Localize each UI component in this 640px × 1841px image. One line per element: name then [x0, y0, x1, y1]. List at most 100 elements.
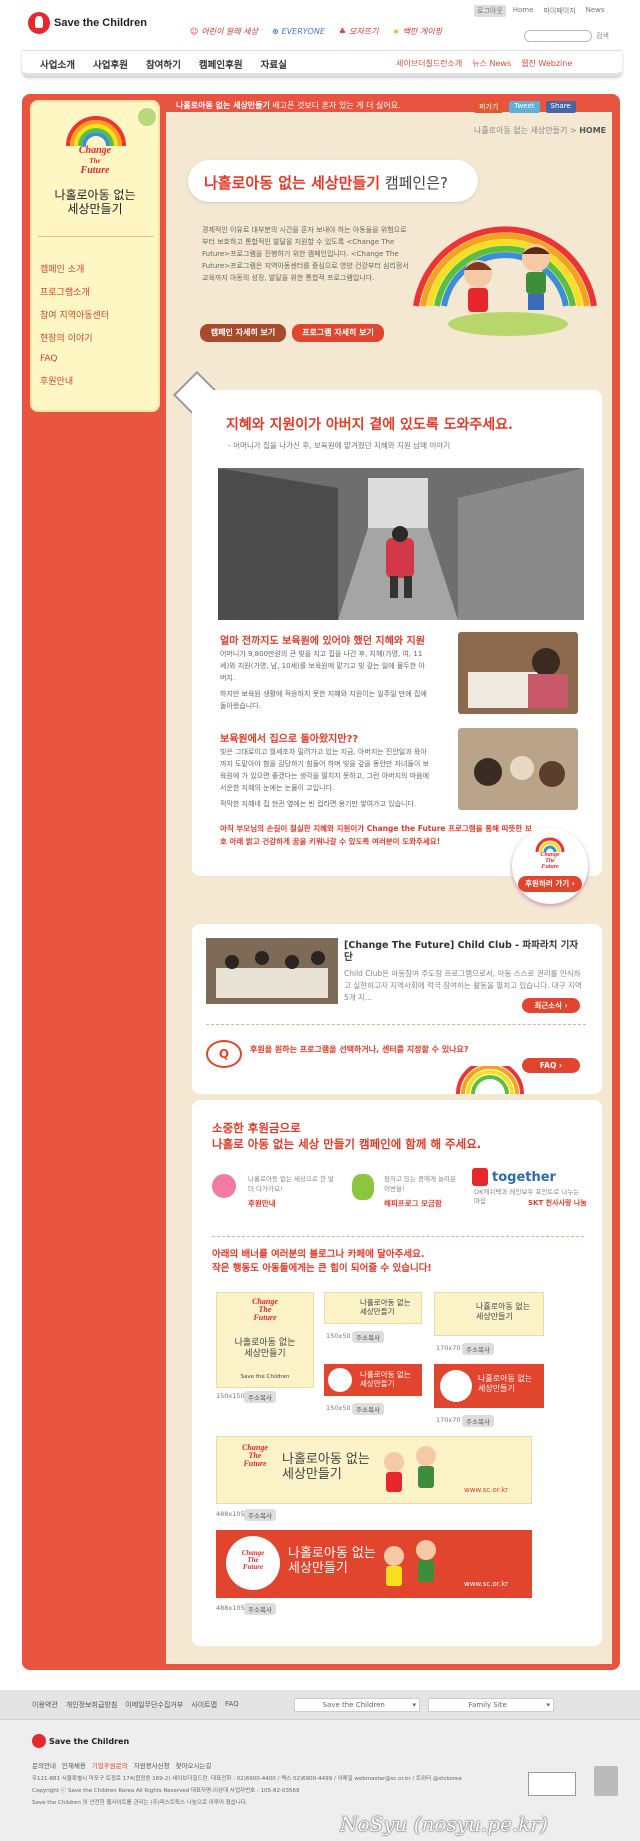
sponsor-link[interactable]: ☺ 어린이 알래 세상	[190, 26, 258, 37]
share-button[interactable]: 퍼가기	[474, 101, 504, 113]
copy-url-button[interactable]: 주소복사	[462, 1343, 494, 1355]
transparency-badge-icon	[528, 1772, 576, 1796]
banner-size: 150x50	[326, 1332, 351, 1340]
nav-item[interactable]: 캠페인후원	[199, 57, 243, 71]
footer-link[interactable]: 찾아오시는길	[176, 1760, 212, 1770]
logout-link[interactable]: 로그아웃	[474, 5, 506, 17]
support-option-link[interactable]: SKT 천사사랑 나눔	[528, 1198, 587, 1208]
flower-icon	[138, 108, 156, 126]
news-link[interactable]: News	[583, 5, 608, 17]
breadcrumb: 나홀로아동 없는 세상만들기 > HOME	[474, 126, 607, 135]
faq-question[interactable]: 후원을 원하는 프로그램을 선택하거나, 센터를 지정할 수 있나요?	[250, 1044, 469, 1055]
sponsor-link[interactable]: ⊛ EVERYONE	[272, 26, 325, 37]
together-brand: together	[492, 1170, 556, 1185]
recent-news-button[interactable]: 최근소식 ›	[522, 998, 580, 1013]
question-icon: Q	[206, 1040, 242, 1068]
support-option-text: 나홀로아동 없는 세상으로 한 발 더 다가가요!	[248, 1175, 335, 1193]
utility-nav: 로그아웃 Home 마이페이지 News	[474, 5, 608, 17]
intro-body: 경제적인 이유로 대부분의 시간을 혼자 보내야 하는 아동들을 위험으로부터 …	[202, 226, 409, 282]
nav-item[interactable]: 참여하기	[146, 57, 181, 71]
banner-badge	[440, 1370, 472, 1402]
news-photo	[206, 938, 338, 1004]
footer-link[interactable]: 자원봉사신청	[134, 1760, 170, 1770]
banner-badge	[328, 1368, 352, 1392]
footer-copyright: Save the Children 의 안전한 웹사이트를 관리는 (주)퍼스트…	[32, 1800, 248, 1806]
donate-button[interactable]: 후원하러 가기 ›	[518, 876, 582, 892]
sidebar-item-stories[interactable]: 현장의 이야기	[40, 331, 109, 344]
mypage-link[interactable]: 마이페이지	[540, 5, 578, 17]
sponsor-link[interactable]: ★ 백만 게이핑	[393, 26, 443, 37]
footer-link[interactable]: 인재채용	[62, 1760, 86, 1770]
nav-item[interactable]: 자료실	[261, 57, 287, 71]
together-logo-icon	[472, 1168, 488, 1186]
story-paragraph: 빚은 그대로이고 월세조차 밀려가고 있는 지금, 아버지는 진안일과 육아까지…	[220, 748, 430, 792]
banner-size: 150x50	[326, 1404, 351, 1412]
facebook-share-button[interactable]: Share	[545, 101, 576, 113]
support-title: 소중한 후원금으로 나홀로 아동 없는 세상 만들기 캠페인에 함께 해 주세요.	[212, 1121, 482, 1151]
nav-item[interactable]: 사업후원	[93, 57, 128, 71]
sidebar-item-centers[interactable]: 참여 지역아동센터	[40, 308, 109, 321]
footer-links-secondary: 문의안내 인재채용 기업후원문의 자원봉사신청 찾아오시는길	[32, 1760, 212, 1770]
copy-url-button[interactable]: 주소복사	[244, 1603, 276, 1615]
nav-about-link[interactable]: 세이브더칠드런소개	[396, 58, 462, 69]
nav-item[interactable]: 사업소개	[40, 57, 75, 71]
divider	[212, 1236, 584, 1237]
news-title[interactable]: [Change The Future] Child Club - 파파라치 기자…	[344, 940, 582, 964]
banner-org: Save the Children	[240, 1374, 290, 1380]
sidebar-item-program[interactable]: 프로그램소개	[40, 285, 109, 298]
social-buttons: 퍼가기 Tweet Share	[474, 101, 576, 113]
children-illustration	[384, 1540, 436, 1586]
story-paragraph: 하지만 보육원 생활에 적응하지 못한 지혜와 지원이는 일주일 만에 집에 돌…	[220, 690, 427, 710]
site-logo[interactable]: Save the Children	[28, 12, 147, 34]
footer-link[interactable]: FAQ	[225, 1700, 239, 1710]
faq-button[interactable]: FAQ ›	[522, 1058, 580, 1073]
footer-link[interactable]: 이용약관	[32, 1700, 58, 1710]
search-button[interactable]: 검색	[596, 31, 609, 41]
footer-link[interactable]: 문의안내	[32, 1760, 56, 1770]
tweet-button[interactable]: Tweet	[509, 101, 540, 113]
sidebar-item-donate[interactable]: 후원안내	[40, 374, 109, 387]
support-option-link[interactable]: 후원안내	[248, 1198, 276, 1209]
sponsor-link[interactable]: ♣ 모자뜨기	[339, 26, 379, 37]
children-illustration	[384, 1446, 436, 1492]
family-site-select[interactable]: Family Site ▾	[428, 1698, 554, 1712]
copy-url-button[interactable]: 주소복사	[462, 1415, 494, 1427]
chevron-down-icon: ▾	[546, 1701, 550, 1709]
logo-text: Save the Children	[54, 17, 147, 29]
story-subtitle: - 어머니가 집을 나가신 후, 보육원에 맡겨졌던 지혜와 지원 남매 이야기	[228, 441, 451, 450]
copy-url-button[interactable]: 주소복사	[352, 1331, 384, 1343]
change-the-future-logo: Change The Future	[252, 1297, 278, 1322]
main-nav: 사업소개 사업후원 참여하기 캠페인후원 자료실	[40, 57, 287, 71]
campaign-detail-button[interactable]: 캠페인 자세히 보기	[200, 324, 286, 342]
story-headline: 지혜와 지원이가 아버지 곁에 있도록 도와주세요.	[226, 417, 513, 433]
program-detail-button[interactable]: 프로그램 자세히 보기	[292, 324, 384, 342]
nav-webzine-link[interactable]: 웹진 Webzine	[521, 58, 572, 69]
sidebar-item-faq[interactable]: FAQ	[40, 354, 109, 364]
story-paragraph: 어머니가 9,800만원의 큰 빚을 지고 집을 나간 후, 지혜(가명, 여,…	[220, 650, 425, 682]
footer-link[interactable]: 개인정보취급방침	[66, 1700, 118, 1710]
story-photo-dolls	[458, 728, 578, 810]
copy-url-button[interactable]: 주소복사	[244, 1391, 276, 1403]
change-the-future-logo: Change The Future	[241, 1549, 265, 1571]
footer-link[interactable]: 이메일무단수집거부	[125, 1700, 183, 1710]
intro-title: 나홀로아동 없는 세상만들기 캠페인은?	[204, 174, 448, 192]
story-appeal: 아직 부모님의 손길이 절실한 지혜와 지원이가 Change the Futu…	[220, 824, 532, 846]
sidebar-item-campaign[interactable]: 캠페인 소개	[40, 262, 109, 275]
copy-url-button[interactable]: 주소복사	[352, 1403, 384, 1415]
frog-icon	[352, 1174, 374, 1200]
story-paragraph: 적막한 지혜네 집 현관 옆에는 빈 컵라면 용기만 쌓여가고 있습니다.	[220, 800, 417, 808]
support-option-link[interactable]: 해피프로그 모금함	[384, 1198, 442, 1209]
footer-link[interactable]: 기업후원문의	[92, 1760, 128, 1770]
banner-url: www.sc.or.kr	[464, 1580, 509, 1588]
banner-size: 170x70	[436, 1344, 461, 1352]
banner-text: 나홀로아동 없는 세상만들기	[360, 1370, 411, 1388]
banner-size: 170x70	[436, 1416, 461, 1424]
family-select-sc[interactable]: Save the Children ▾	[294, 1698, 420, 1712]
sponsor-links: ☺ 어린이 알래 세상 ⊛ EVERYONE ♣ 모자뜨기 ★ 백만 게이핑	[190, 26, 442, 37]
home-link[interactable]: Home	[510, 5, 537, 17]
copy-url-button[interactable]: 주소복사	[244, 1509, 276, 1521]
search-input[interactable]	[524, 30, 592, 42]
footer-link[interactable]: 사이트맵	[191, 1700, 217, 1710]
nav-news-link[interactable]: 뉴스 News	[472, 58, 511, 69]
footer-logo: Save the Children	[32, 1734, 129, 1748]
